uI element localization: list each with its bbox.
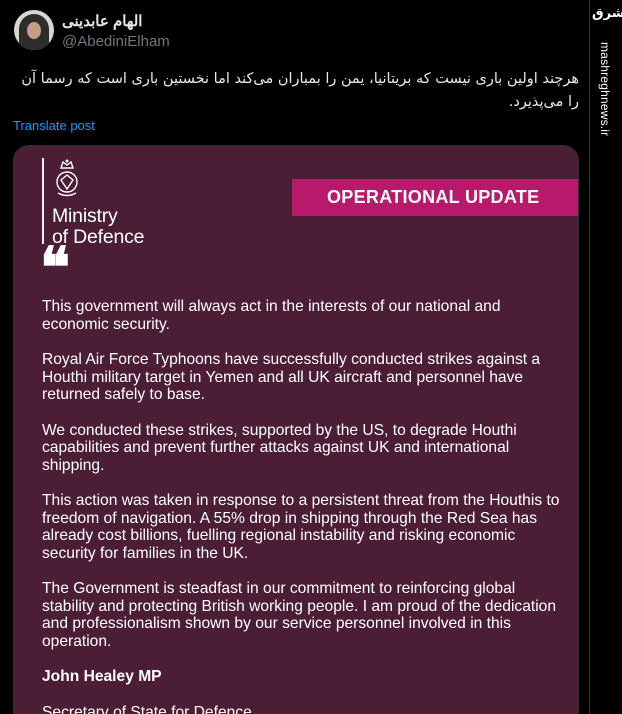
org-line-1: Ministry	[52, 205, 118, 227]
statement-paragraph: We conducted these strikes, supported by…	[42, 421, 517, 474]
operational-update-banner: OPERATIONAL UPDATE	[292, 179, 578, 216]
statement-paragraph: This action was taken in response to a p…	[42, 492, 560, 562]
watermark-site: mashreghnews.ir	[598, 42, 612, 137]
quote-mark-icon: ❝	[40, 235, 71, 301]
tweet-text: هرچند اولین باری نیست که بریتانیا، یمن ر…	[21, 71, 579, 110]
avatar[interactable]	[14, 10, 54, 50]
translate-post-link[interactable]: Translate post	[13, 118, 95, 133]
tweet: الهام عابدینی @AbediniElham هرچند اولین …	[0, 0, 590, 714]
mod-divider-line	[42, 158, 44, 244]
signer-name: John Healey MP	[42, 668, 162, 685]
author-display-name[interactable]: الهام عابدینی	[62, 12, 142, 30]
royal-crest-icon	[56, 159, 78, 197]
signer-title: Secretary of State for Defence	[42, 703, 252, 714]
media-card[interactable]: Ministry of Defence OPERATIONAL UPDATE ❝…	[13, 145, 579, 714]
statement-paragraph: The Government is steadfast in our commi…	[42, 580, 557, 650]
statement-paragraph: Royal Air Force Typhoons have successful…	[42, 351, 541, 403]
banner-label: OPERATIONAL UPDATE	[327, 187, 540, 207]
mashregh-logo-icon: مشرق	[592, 6, 622, 21]
statement-body: This government will always act in the i…	[42, 298, 567, 714]
statement-paragraph: This government will always act in the i…	[42, 298, 501, 333]
author-handle[interactable]: @AbediniElham	[62, 33, 170, 50]
watermark-strip: مشرق mashreghnews.ir	[590, 0, 622, 714]
avatar-face	[27, 22, 41, 39]
